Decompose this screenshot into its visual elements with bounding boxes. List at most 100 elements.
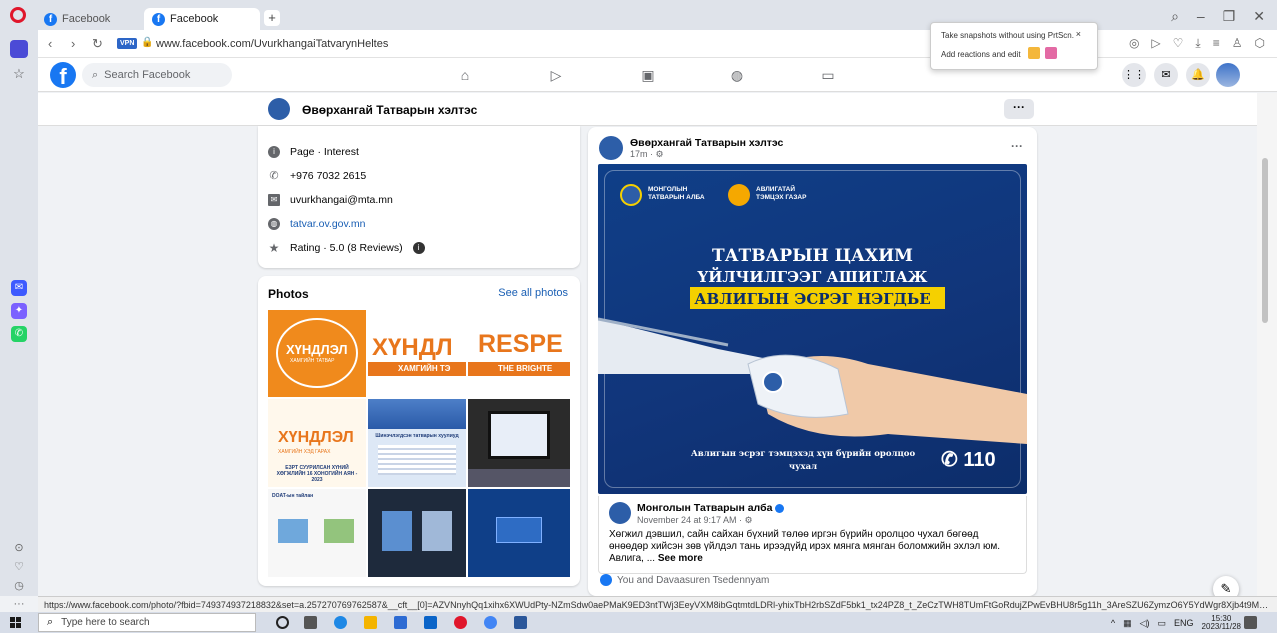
clock[interactable]: 15:30 2023/11/28 <box>1202 615 1241 631</box>
account-avatar[interactable] <box>1216 63 1240 87</box>
post-image[interactable]: МОНГОЛЫН ТАТВАРЫН АЛБА АВЛИГАТАЙ ТЭМЦЭХ ГА… <box>598 164 1027 494</box>
easy-setup-icon[interactable]: ≡ <box>1213 36 1220 51</box>
photo-tile-7[interactable]: DOAT-ын тайлан <box>268 489 366 577</box>
forward-icon[interactable]: › <box>71 36 75 51</box>
tray-arrow-icon[interactable]: ^ <box>1111 618 1115 628</box>
messenger-sidebar-icon[interactable]: ✉ <box>11 280 27 296</box>
cortana-icon[interactable] <box>276 616 289 629</box>
groups-nav-icon[interactable]: ◍ <box>727 65 747 85</box>
speed-dial-icon[interactable] <box>10 40 28 58</box>
photo-tile-4[interactable]: ХҮНДЛЭЛ ХАМГИЙН ХЭД ГАРАХ ЕЗРТ СУУРИЛСАН… <box>268 399 366 487</box>
mail-app-icon[interactable] <box>424 616 437 629</box>
search-tabs-icon[interactable]: ⌕ <box>1171 8 1179 25</box>
extensions-icon[interactable]: ⬡ <box>1255 36 1265 51</box>
snapshot-tooltip: Take snapshots without using PrtScn. × A… <box>930 22 1098 70</box>
windows-start-icon[interactable] <box>10 617 22 629</box>
scrollbar-thumb[interactable] <box>1262 158 1268 323</box>
photo-tile-6[interactable] <box>468 399 570 487</box>
photo-tile-5[interactable]: Шинэчлэгдсэн татварын хуулиуд <box>368 399 466 487</box>
profile-icon[interactable]: ♙ <box>1232 36 1243 51</box>
globe-icon: ◍ <box>268 218 280 230</box>
photo-tile-2[interactable]: ХҮНДЛ ХАМГИЙН ТЭ <box>368 310 466 397</box>
taskbar-search-input[interactable]: ⌕ Type here to search <box>38 613 256 632</box>
post-timestamp[interactable]: 17m · ⚙ <box>630 149 664 160</box>
more-sidebar-icon[interactable]: ··· <box>11 596 27 612</box>
facebook-logo-icon[interactable]: f <box>50 62 76 89</box>
feed-post: Өвөрхангай Татварын хэлтэс 17m · ⚙ ··· М… <box>588 127 1037 596</box>
page-more-button[interactable]: ··· <box>1004 99 1034 119</box>
reaction-text[interactable]: You and Davaasuren Tsedennyam <box>617 575 769 586</box>
page-avatar[interactable] <box>268 98 290 120</box>
tab-facebook-1[interactable]: f Facebook <box>36 8 118 30</box>
see-more-link[interactable]: See more <box>658 553 703 564</box>
info-website-row: ◍ tatvar.ov.gov.mn <box>268 218 365 230</box>
menu-grid-icon[interactable]: ⋮⋮ <box>1122 63 1146 87</box>
restore-icon[interactable]: ❐ <box>1223 8 1236 25</box>
close-window-icon[interactable]: ✕ <box>1253 8 1265 25</box>
shared-author-name[interactable]: Монголын Татварын алба <box>637 502 785 514</box>
shared-timestamp[interactable]: November 24 at 9:17 AM · ⚙ <box>637 515 753 526</box>
search-input[interactable]: ⌕ Search Facebook <box>82 63 232 87</box>
edge-icon[interactable] <box>334 616 347 629</box>
notifications-bell-icon[interactable]: 🔔 <box>1186 63 1210 87</box>
reaction-summary[interactable]: You and Davaasuren Tsedennyam <box>600 574 769 586</box>
email-text[interactable]: uvurkhangai@mta.mn <box>290 194 393 206</box>
video-nav-icon[interactable]: ▷ <box>546 65 566 85</box>
favorites-icon[interactable]: ♡ <box>11 559 27 575</box>
keyboard-icon[interactable]: ▭ <box>1158 618 1167 629</box>
photo-tile-3[interactable]: RESPE THE BRIGHTE <box>468 310 570 397</box>
opera-sidebar: ☆ ✉ ✦ ✆ ⊙ ♡ ◷ ··· <box>0 30 38 610</box>
photo-tile-1[interactable]: ХҮНДЛЭЛ ХАМГИЙН ТАТВАР <box>268 310 366 397</box>
camera-icon[interactable]: ◎ <box>1129 36 1139 51</box>
back-icon[interactable]: ‹ <box>48 36 52 51</box>
heart-icon[interactable]: ♡ <box>1173 36 1184 51</box>
task-view-icon[interactable] <box>304 616 317 629</box>
network-icon[interactable]: ▦ <box>1123 618 1132 629</box>
post-author-avatar[interactable] <box>599 136 623 160</box>
messenger-icon[interactable]: ✦ <box>11 303 27 319</box>
search-icon: ⌕ <box>92 68 99 81</box>
notifications-center-icon[interactable] <box>1244 616 1257 629</box>
category-text: Page · Interest <box>290 146 359 158</box>
photo-tile-8[interactable] <box>368 489 466 577</box>
player-icon[interactable]: ⊙ <box>11 540 27 556</box>
home-nav-icon[interactable]: ⌂ <box>455 65 475 85</box>
send-icon[interactable]: ▷ <box>1151 36 1160 51</box>
photo-tile-9[interactable] <box>468 489 570 577</box>
website-link[interactable]: tatvar.ov.gov.mn <box>290 218 365 230</box>
see-all-photos-link[interactable]: See all photos <box>498 287 568 299</box>
volume-icon[interactable]: ◁) <box>1140 618 1150 629</box>
opera-logo-icon[interactable] <box>10 7 26 23</box>
url-field[interactable]: www.facebook.com/UvurkhangaiTatvarynHelt… <box>156 38 388 50</box>
post-more-button[interactable]: ··· <box>1011 139 1023 153</box>
rating-info-icon[interactable]: i <box>412 242 425 254</box>
page-title[interactable]: Өвөрхангай Татварын хэлтэс <box>302 103 477 117</box>
file-explorer-icon[interactable] <box>364 616 377 629</box>
whatsapp-icon[interactable]: ✆ <box>11 326 27 342</box>
tab-facebook-2[interactable]: f Facebook <box>144 8 260 30</box>
bookmarks-icon[interactable]: ☆ <box>11 66 27 82</box>
post-author-name[interactable]: Өвөрхангай Татварын хэлтэс <box>630 137 783 149</box>
minimize-icon[interactable]: – <box>1197 8 1205 25</box>
reload-icon[interactable]: ↻ <box>92 36 103 52</box>
store-icon[interactable] <box>394 616 407 629</box>
shared-author-avatar[interactable] <box>609 502 631 524</box>
phone-text[interactable]: +976 7032 2615 <box>290 170 366 182</box>
history-icon[interactable]: ◷ <box>11 578 27 594</box>
new-tab-button[interactable]: + <box>264 10 280 26</box>
marketplace-nav-icon[interactable]: ▣ <box>638 65 658 85</box>
language-indicator[interactable]: ENG <box>1174 618 1194 628</box>
shared-post[interactable]: Монголын Татварын алба November 24 at 9:… <box>598 496 1027 574</box>
opera-taskbar-icon[interactable] <box>454 616 467 629</box>
mail-icon: ✉ <box>268 194 280 206</box>
download-icon[interactable]: ⤓ <box>1195 36 1200 51</box>
rating-text[interactable]: Rating · 5.0 (8 Reviews) <box>290 242 403 254</box>
messenger-button-icon[interactable]: ✉ <box>1154 63 1178 87</box>
tooltip-close-button[interactable]: × <box>1076 29 1081 39</box>
chrome-icon[interactable] <box>484 616 497 629</box>
page-scrollbar[interactable] <box>1257 93 1277 596</box>
word-icon[interactable] <box>514 616 527 629</box>
gaming-nav-icon[interactable]: ▭ <box>818 65 838 85</box>
vpn-badge[interactable]: VPN <box>117 38 138 49</box>
lock-icon[interactable]: 🔒 <box>141 37 153 48</box>
